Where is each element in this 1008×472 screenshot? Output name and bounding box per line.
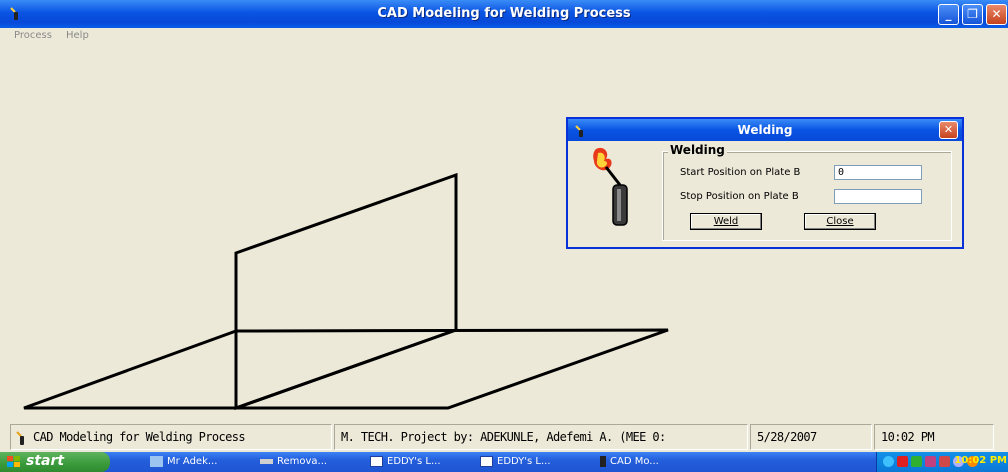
stop-position-label: Stop Position on Plate B (680, 191, 799, 202)
status-time: 10:02 PM (881, 430, 935, 444)
taskbar-item[interactable]: EDDY's L... (370, 452, 441, 472)
weld-button[interactable]: Weld (690, 213, 762, 230)
start-position-input[interactable]: 0 (834, 165, 922, 180)
close-button-label: Close (826, 216, 854, 227)
welding-torch-icon (600, 455, 606, 467)
dialog-close-button[interactable]: ✕ (939, 121, 958, 139)
taskbar-item-label: EDDY's L... (387, 456, 441, 467)
welding-torch-icon (16, 431, 24, 445)
taskbar-item[interactable]: CAD Mo... (600, 452, 659, 472)
window-icon (150, 455, 163, 467)
welding-dialog: Welding ✕ Welding Start Position on Plat… (566, 117, 964, 249)
close-button[interactable]: Close (804, 213, 876, 230)
title-bar: CAD Modeling for Welding Process _ ❐ ✕ (0, 0, 1008, 28)
welding-torch-icon (593, 147, 628, 226)
status-panel-app: CAD Modeling for Welding Process (10, 424, 332, 450)
start-position-label: Start Position on Plate B (680, 167, 801, 178)
menu-bar: Process Help (0, 28, 1008, 44)
start-button[interactable]: start (0, 452, 110, 472)
taskbar-item-label: Remova... (277, 456, 328, 467)
status-panel-date: 5/28/2007 (750, 424, 872, 450)
dialog-title-bar: Welding ✕ (568, 119, 962, 141)
status-bar: CAD Modeling for Welding Process M. TECH… (0, 424, 1008, 452)
word-document-icon (370, 455, 383, 467)
status-project-text: M. TECH. Project by: ADEKUNLE, Adefemi A… (341, 430, 666, 444)
weld-button-label: Weld (713, 216, 739, 227)
stop-position-input[interactable] (834, 189, 922, 204)
taskbar-item-label: EDDY's L... (497, 456, 551, 467)
drive-icon (260, 458, 273, 464)
windows-logo-icon (7, 456, 20, 467)
status-panel-time: 10:02 PM (874, 424, 994, 450)
taskbar: start Mr Adek... Remova... EDDY's L... E… (0, 452, 1008, 472)
taskbar-item-label: CAD Mo... (610, 456, 659, 467)
minimize-button[interactable]: _ (938, 4, 959, 25)
monitor-icon[interactable] (939, 456, 950, 467)
network-icon[interactable] (911, 456, 922, 467)
word-document-icon (480, 455, 493, 467)
maximize-button[interactable]: ❐ (962, 4, 983, 25)
plate-b (234, 172, 458, 411)
system-tray: 10:02 PM (876, 452, 1008, 472)
close-window-button[interactable]: ✕ (986, 4, 1007, 25)
taskbar-item[interactable]: Remova... (260, 452, 327, 472)
start-label: start (26, 453, 65, 469)
taskbar-item[interactable]: EDDY's L... (480, 452, 551, 472)
collapse-tray-icon[interactable] (883, 456, 894, 467)
menu-help[interactable]: Help (66, 30, 89, 41)
status-date: 5/28/2007 (757, 430, 817, 444)
weld-joint-line (235, 328, 457, 410)
status-app-name: CAD Modeling for Welding Process (33, 430, 246, 444)
taskbar-item-label: Mr Adek... (167, 456, 218, 467)
window-title: CAD Modeling for Welding Process (377, 6, 631, 21)
tray-clock: 10:02 PM (954, 455, 1007, 466)
antivirus-icon[interactable] (897, 456, 908, 467)
status-panel-project: M. TECH. Project by: ADEKUNLE, Adefemi A… (334, 424, 748, 450)
monitor-icon[interactable] (925, 456, 936, 467)
dialog-title: Welding (737, 123, 793, 137)
taskbar-item[interactable]: Mr Adek... (150, 452, 217, 472)
menu-process[interactable]: Process (14, 30, 52, 41)
welding-frame-label: Welding (668, 143, 727, 157)
